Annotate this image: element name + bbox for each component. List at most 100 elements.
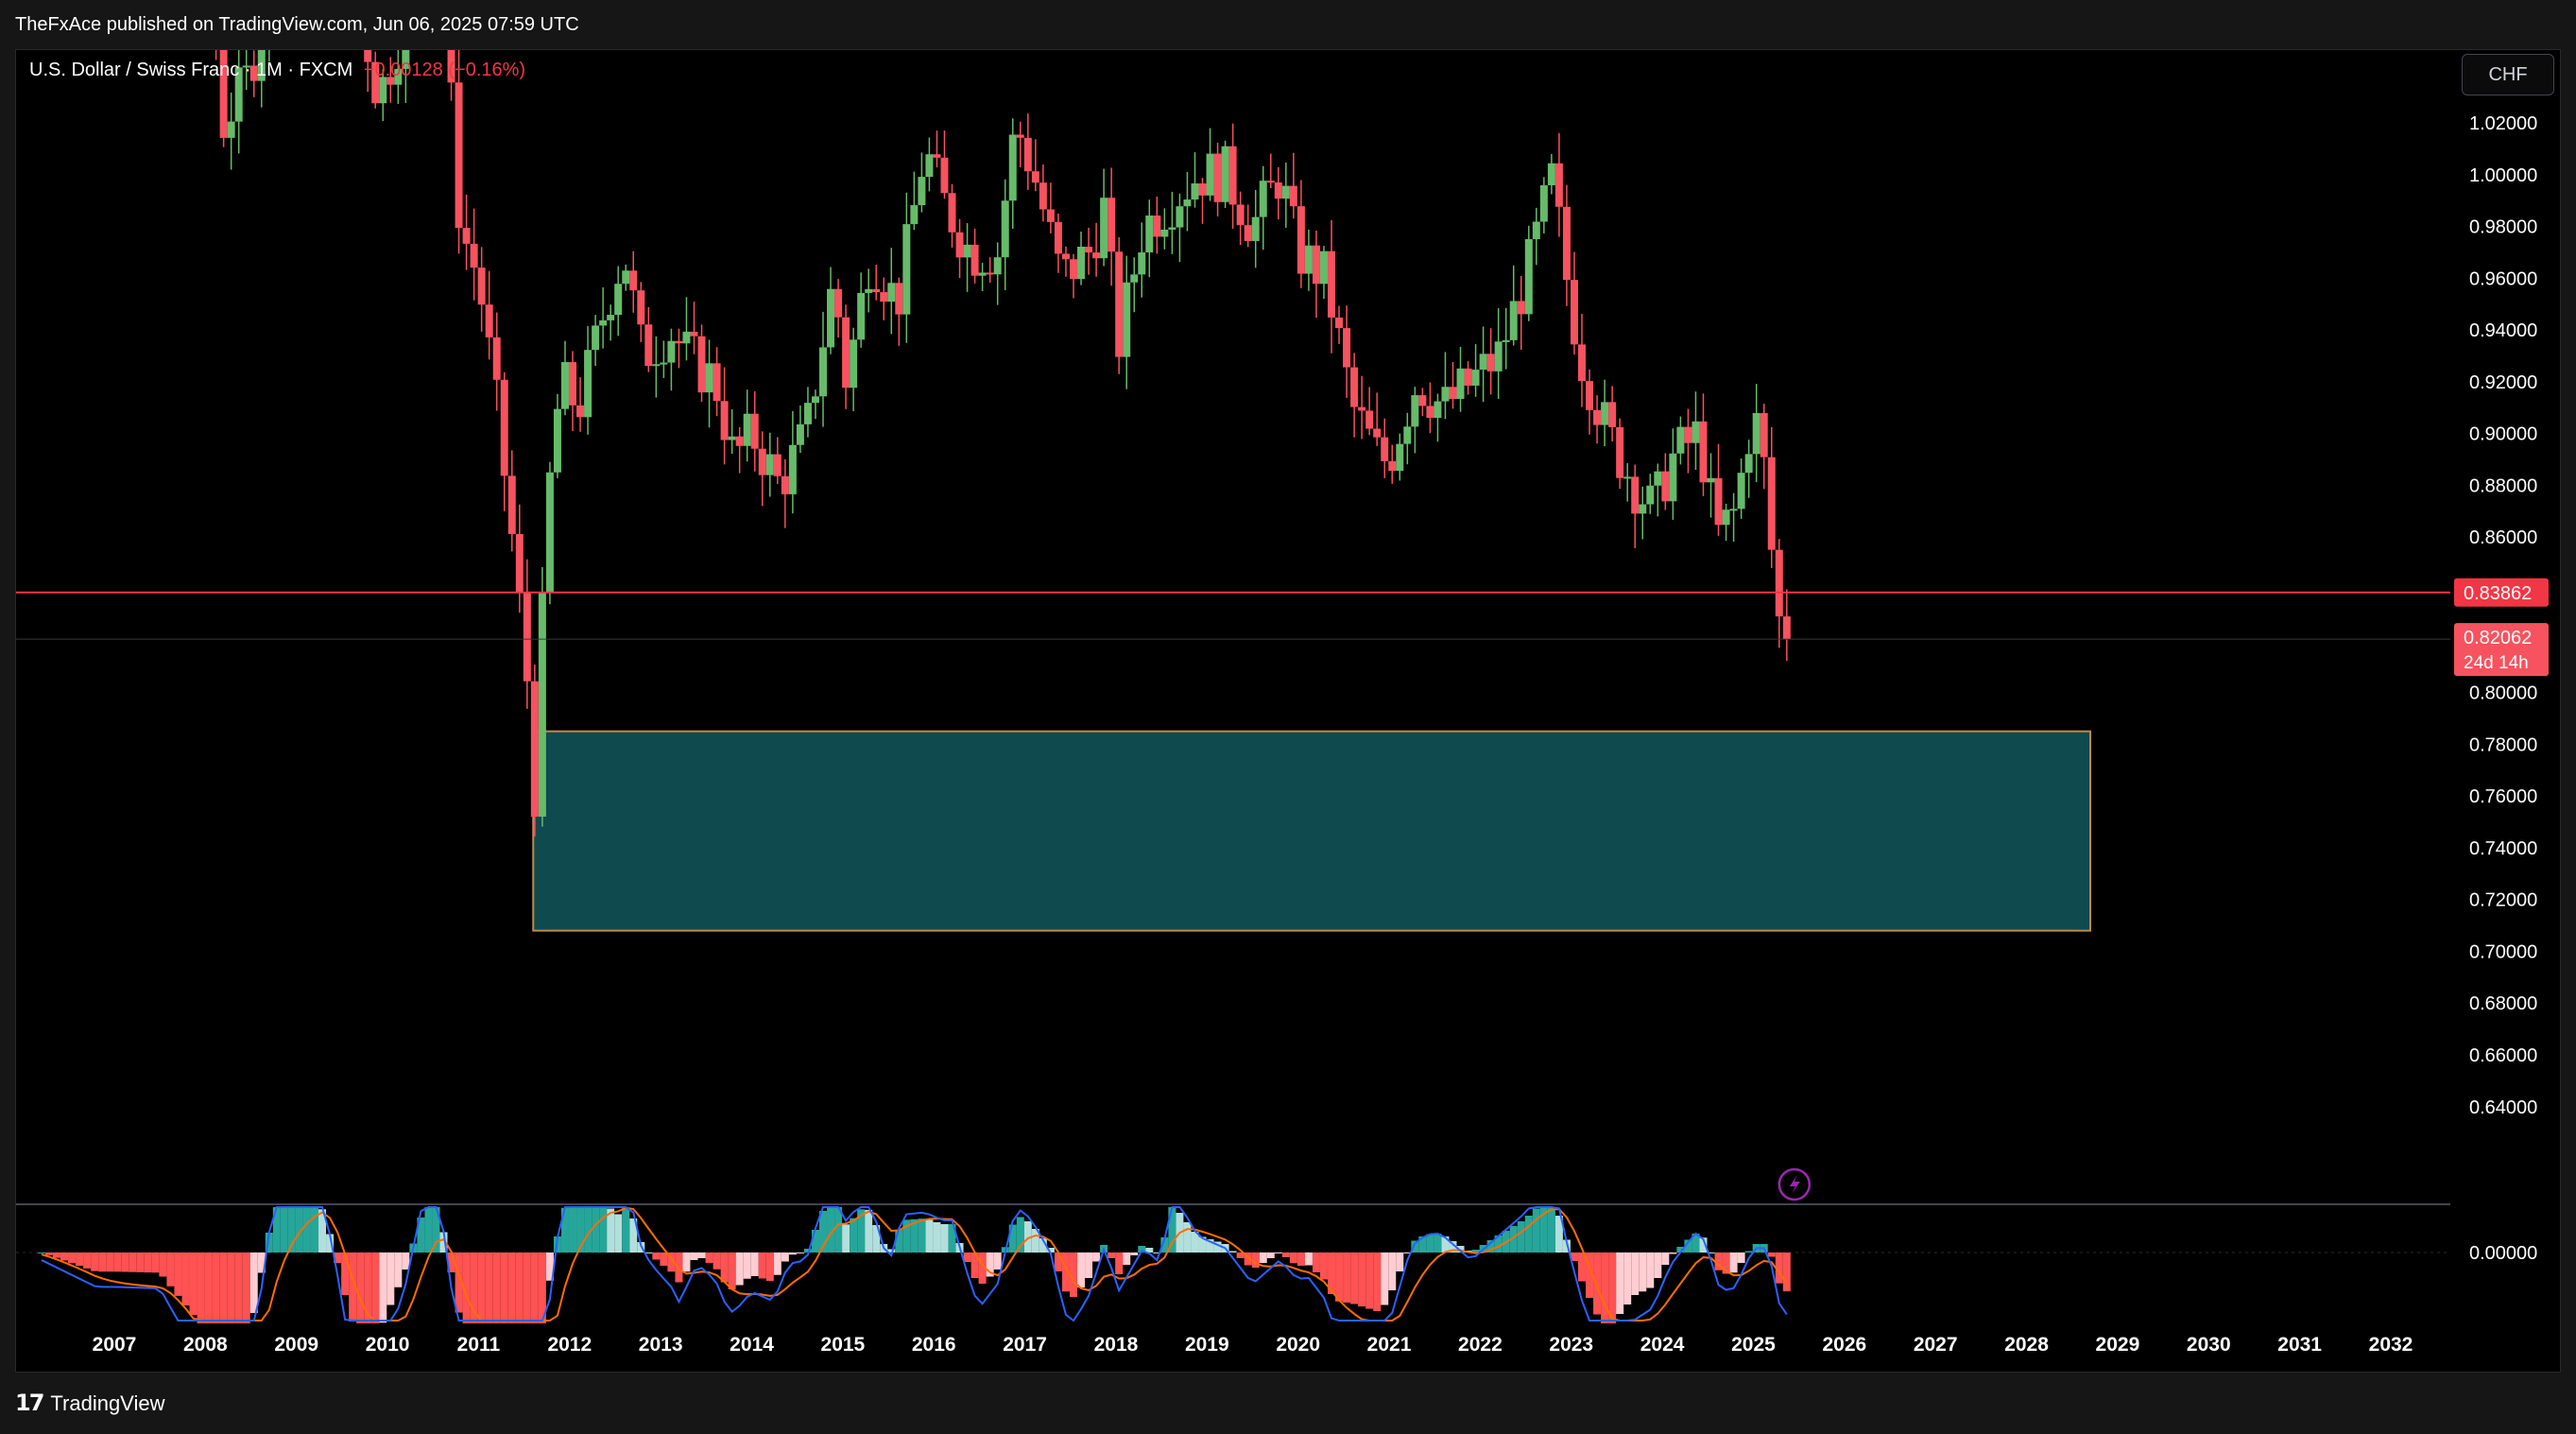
time-tick-label: 2023 [1549,1334,1593,1356]
macd-histogram-bar [918,1218,926,1253]
macd-histogram-bar [743,1253,751,1279]
candle-body [592,325,600,351]
macd-histogram-bar [310,1207,318,1253]
candle-body [811,396,819,404]
macd-histogram-bar [1092,1253,1101,1262]
macd-histogram-bar [151,1253,160,1273]
candle-body [644,324,653,367]
price-tick-label: 1.02000 [2469,113,2537,134]
macd-histogram-bar [1434,1234,1442,1253]
macd-histogram-bar [1593,1253,1602,1315]
candle-body [1358,406,1366,411]
candle-body [553,408,561,473]
macd-histogram-bar [1259,1253,1267,1263]
macd-histogram-bar [1077,1253,1086,1287]
candle-body [1623,476,1632,479]
macd-histogram-bar [530,1253,539,1323]
macd-histogram-bar [1130,1253,1139,1255]
candle-body [1130,274,1139,283]
candle-body [1593,409,1602,425]
time-tick-label: 2010 [366,1334,410,1356]
candle-body [1434,401,1442,418]
macd-histogram-bar [1228,1251,1237,1253]
candle-body [803,403,812,424]
macd-histogram-bar [1737,1253,1745,1263]
candle-body [1191,183,1199,200]
candle-body [1760,412,1768,458]
macd-histogram-bar [1639,1253,1647,1292]
price-tick-label: 1.00000 [2469,165,2537,186]
candle-body [1335,317,1344,329]
candle-body [1396,443,1404,472]
macd-histogram-bar [1623,1253,1632,1304]
candle-body [720,401,729,441]
macd-histogram-bar [1115,1253,1124,1274]
price-tick-label: 0.86000 [2469,527,2537,548]
macd-histogram-bar [424,1207,433,1253]
price-chart[interactable]: 1.040001.020001.000000.980000.960000.940… [16,50,2561,1373]
time-tick-label: 2007 [93,1334,137,1356]
candle-body [1654,471,1662,486]
macd-histogram-bar [52,1253,60,1258]
macd-histogram-bar [371,1253,380,1323]
price-tick-label: 0.70000 [2469,942,2537,962]
candle-body [1562,206,1571,281]
macd-histogram-bar [705,1253,713,1263]
candle-body [584,350,592,418]
macd-histogram-bar [394,1253,403,1287]
price-axis-panel [2450,50,2560,1372]
macd-histogram-bar [660,1253,668,1266]
candle-body [1153,216,1161,237]
macd-histogram-bar [44,1253,53,1255]
candle-body [1023,137,1032,172]
candle-body [1289,185,1297,207]
candle-body [1669,453,1677,502]
macd-histogram-bar [106,1253,114,1272]
candle-body [1767,457,1776,550]
macd-histogram-bar [1108,1253,1116,1258]
candle-body [675,340,683,344]
price-tick-label: 0.78000 [2469,734,2537,755]
time-tick-label: 2025 [1731,1334,1776,1356]
candle-body [925,154,934,178]
countdown-label: 24d 14h [2464,653,2529,673]
macd-histogram-bar [592,1207,600,1253]
candle-body [1001,200,1009,258]
candle-body [781,475,789,494]
macd-histogram-bar [1304,1253,1313,1266]
candle-body [538,593,546,817]
candle-body [705,363,713,393]
candle-body [1554,163,1563,207]
macd-histogram-bar [1054,1253,1062,1271]
candle-body [728,436,736,441]
tradingview-brand[interactable]: 𝟭𝟳 TradingView [15,1373,164,1434]
candle-body [614,284,623,316]
publish-info: TheFxAce published on TradingView.com, J… [15,14,579,35]
candle-body [1259,181,1267,217]
candle-body [629,270,638,291]
currency-button[interactable]: CHF [2462,54,2554,95]
macd-histogram-bar [507,1253,516,1323]
tradingview-logo-icon: 𝟭𝟳 [15,1391,44,1416]
candle-body [1274,182,1282,199]
candle-body [462,228,471,244]
chart-area[interactable]: U.S. Dollar / Swiss Franc · 1M · FXCM −0… [15,49,2561,1373]
time-tick-label: 2014 [730,1334,774,1356]
candle-body [1266,181,1275,183]
price-tick-label: 0.80000 [2469,683,2537,704]
time-tick-label: 2020 [1276,1334,1320,1356]
price-tick-label: 0.74000 [2469,838,2537,859]
candle-body [227,121,235,138]
candle-body [1061,253,1070,260]
symbol-title[interactable]: U.S. Dollar / Swiss Franc · 1M · FXCM [29,60,352,80]
candle-body [1198,183,1207,196]
candle-body [1646,485,1655,505]
candle-body [1183,199,1192,207]
candle-body [1547,163,1555,186]
candle-body [1449,387,1457,400]
macd-histogram-bar [1388,1253,1397,1290]
macd-histogram-bar [865,1209,873,1253]
candle-body [933,154,941,158]
macd-histogram-bar [1358,1253,1366,1306]
macd-histogram-bar [773,1253,781,1275]
